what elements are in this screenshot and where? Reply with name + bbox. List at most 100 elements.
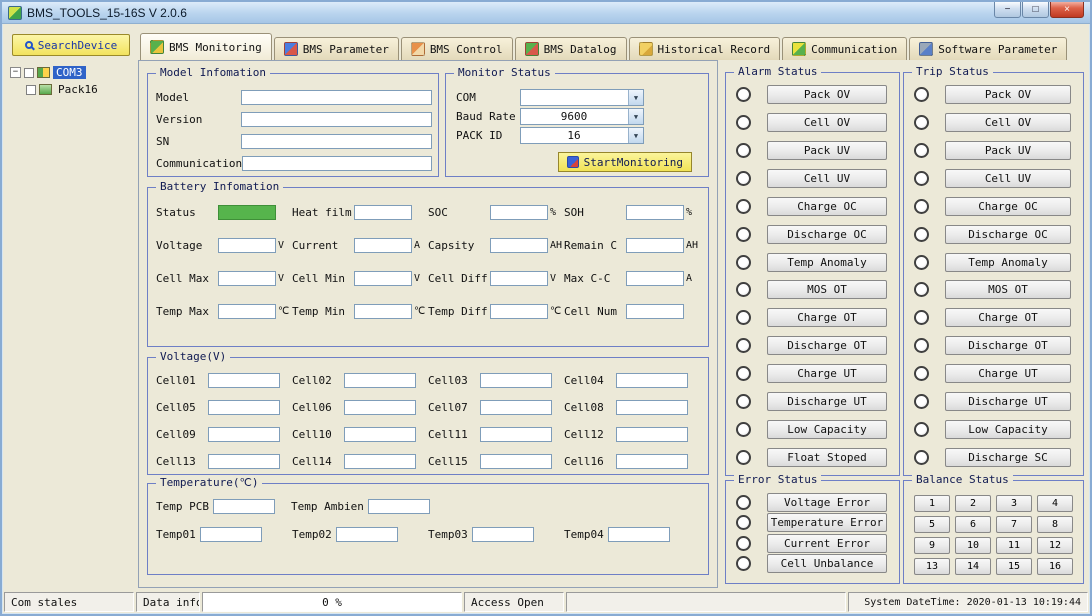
search-device-button[interactable]: SearchDevice — [12, 34, 130, 56]
value-field[interactable] — [208, 373, 280, 388]
balance-cell-button[interactable]: 3 — [996, 495, 1032, 512]
text-input[interactable] — [241, 112, 432, 127]
trip-item-button[interactable]: Temp Anomaly — [945, 253, 1071, 272]
alarm-item-button[interactable]: Cell OV — [767, 113, 887, 132]
tree-expander-icon[interactable]: − — [10, 67, 21, 78]
chevron-down-icon[interactable]: ▼ — [628, 109, 643, 124]
balance-cell-button[interactable]: 9 — [914, 537, 950, 554]
alarm-item-button[interactable]: Temp Anomaly — [767, 253, 887, 272]
balance-cell-button[interactable]: 15 — [996, 558, 1032, 575]
tab-bms-control[interactable]: BMS Control — [401, 37, 513, 60]
tab-historical-record[interactable]: Historical Record — [629, 37, 781, 60]
value-field[interactable] — [218, 271, 276, 286]
error-item-button[interactable]: Cell Unbalance — [767, 554, 887, 573]
value-field[interactable] — [208, 400, 280, 415]
tree-item-com3[interactable]: COM3 — [53, 66, 86, 79]
balance-cell-button[interactable]: 4 — [1037, 495, 1073, 512]
balance-cell-button[interactable]: 11 — [996, 537, 1032, 554]
value-field[interactable] — [336, 527, 398, 542]
balance-cell-button[interactable]: 2 — [955, 495, 991, 512]
balance-cell-button[interactable]: 5 — [914, 516, 950, 533]
value-field[interactable] — [218, 205, 276, 220]
tab-software-parameter[interactable]: Software Parameter — [909, 37, 1067, 60]
value-field[interactable] — [354, 304, 412, 319]
balance-cell-button[interactable]: 8 — [1037, 516, 1073, 533]
maximize-button[interactable]: □ — [1022, 1, 1049, 18]
value-field[interactable] — [490, 304, 548, 319]
error-item-button[interactable]: Current Error — [767, 534, 887, 553]
checkbox-icon[interactable] — [26, 85, 36, 95]
tab-bms-parameter[interactable]: BMS Parameter — [274, 37, 399, 60]
balance-cell-button[interactable]: 6 — [955, 516, 991, 533]
value-field[interactable] — [208, 427, 280, 442]
value-field[interactable] — [490, 271, 548, 286]
value-field[interactable] — [218, 304, 276, 319]
value-field[interactable] — [354, 271, 412, 286]
text-input[interactable] — [242, 156, 432, 171]
value-field[interactable] — [626, 304, 684, 319]
value-field[interactable] — [616, 454, 688, 469]
error-item-button[interactable]: Temperature Error — [767, 513, 887, 532]
value-field[interactable] — [608, 527, 670, 542]
error-item-button[interactable]: Voltage Error — [767, 493, 887, 512]
balance-cell-button[interactable]: 7 — [996, 516, 1032, 533]
alarm-item-button[interactable]: Discharge UT — [767, 392, 887, 411]
trip-item-button[interactable]: Discharge UT — [945, 392, 1071, 411]
trip-item-button[interactable]: Charge OC — [945, 197, 1071, 216]
combo-box[interactable]: 9600 ▼ — [520, 108, 644, 125]
value-field[interactable] — [616, 427, 688, 442]
balance-cell-button[interactable]: 14 — [955, 558, 991, 575]
value-field[interactable] — [200, 527, 262, 542]
tab-communication[interactable]: Communication — [782, 37, 907, 60]
value-field[interactable] — [490, 238, 548, 253]
value-field[interactable] — [480, 427, 552, 442]
text-input[interactable] — [241, 134, 432, 149]
balance-cell-button[interactable]: 10 — [955, 537, 991, 554]
alarm-item-button[interactable]: MOS OT — [767, 280, 887, 299]
trip-item-button[interactable]: Discharge SC — [945, 448, 1071, 467]
trip-item-button[interactable]: Low Capacity — [945, 420, 1071, 439]
value-field[interactable] — [344, 454, 416, 469]
trip-item-button[interactable]: Pack UV — [945, 141, 1071, 160]
value-field[interactable] — [354, 205, 412, 220]
text-input[interactable] — [241, 90, 432, 105]
tab-bms-monitoring[interactable]: BMS Monitoring — [140, 33, 272, 60]
chevron-down-icon[interactable]: ▼ — [628, 128, 643, 143]
alarm-item-button[interactable]: Charge OC — [767, 197, 887, 216]
close-button[interactable]: × — [1050, 1, 1084, 18]
value-field[interactable] — [626, 238, 684, 253]
start-monitoring-button[interactable]: StartMonitoring — [558, 152, 692, 172]
alarm-item-button[interactable]: Low Capacity — [767, 420, 887, 439]
alarm-item-button[interactable]: Discharge OC — [767, 225, 887, 244]
minimize-button[interactable]: − — [994, 1, 1021, 18]
trip-item-button[interactable]: Charge UT — [945, 364, 1071, 383]
value-field[interactable] — [480, 400, 552, 415]
combo-box[interactable]: 16 ▼ — [520, 127, 644, 144]
value-field[interactable] — [616, 400, 688, 415]
balance-cell-button[interactable]: 1 — [914, 495, 950, 512]
chevron-down-icon[interactable]: ▼ — [628, 90, 643, 105]
trip-item-button[interactable]: MOS OT — [945, 280, 1071, 299]
value-field[interactable] — [208, 454, 280, 469]
value-field[interactable] — [218, 238, 276, 253]
value-field[interactable] — [354, 238, 412, 253]
value-field[interactable] — [480, 454, 552, 469]
value-field[interactable] — [626, 271, 684, 286]
tab-bms-datalog[interactable]: BMS Datalog — [515, 37, 627, 60]
checkbox-icon[interactable] — [24, 68, 34, 78]
trip-item-button[interactable]: Cell UV — [945, 169, 1071, 188]
alarm-item-button[interactable]: Pack OV — [767, 85, 887, 104]
value-field[interactable] — [616, 373, 688, 388]
alarm-item-button[interactable]: Float Stoped — [767, 448, 887, 467]
value-field[interactable] — [344, 427, 416, 442]
value-field[interactable] — [626, 205, 684, 220]
tree-item-pack16[interactable]: Pack16 — [55, 83, 101, 96]
alarm-item-button[interactable]: Charge UT — [767, 364, 887, 383]
trip-item-button[interactable]: Cell OV — [945, 113, 1071, 132]
trip-item-button[interactable]: Discharge OT — [945, 336, 1071, 355]
alarm-item-button[interactable]: Discharge OT — [767, 336, 887, 355]
value-field[interactable] — [213, 499, 275, 514]
balance-cell-button[interactable]: 12 — [1037, 537, 1073, 554]
value-field[interactable] — [490, 205, 548, 220]
value-field[interactable] — [480, 373, 552, 388]
